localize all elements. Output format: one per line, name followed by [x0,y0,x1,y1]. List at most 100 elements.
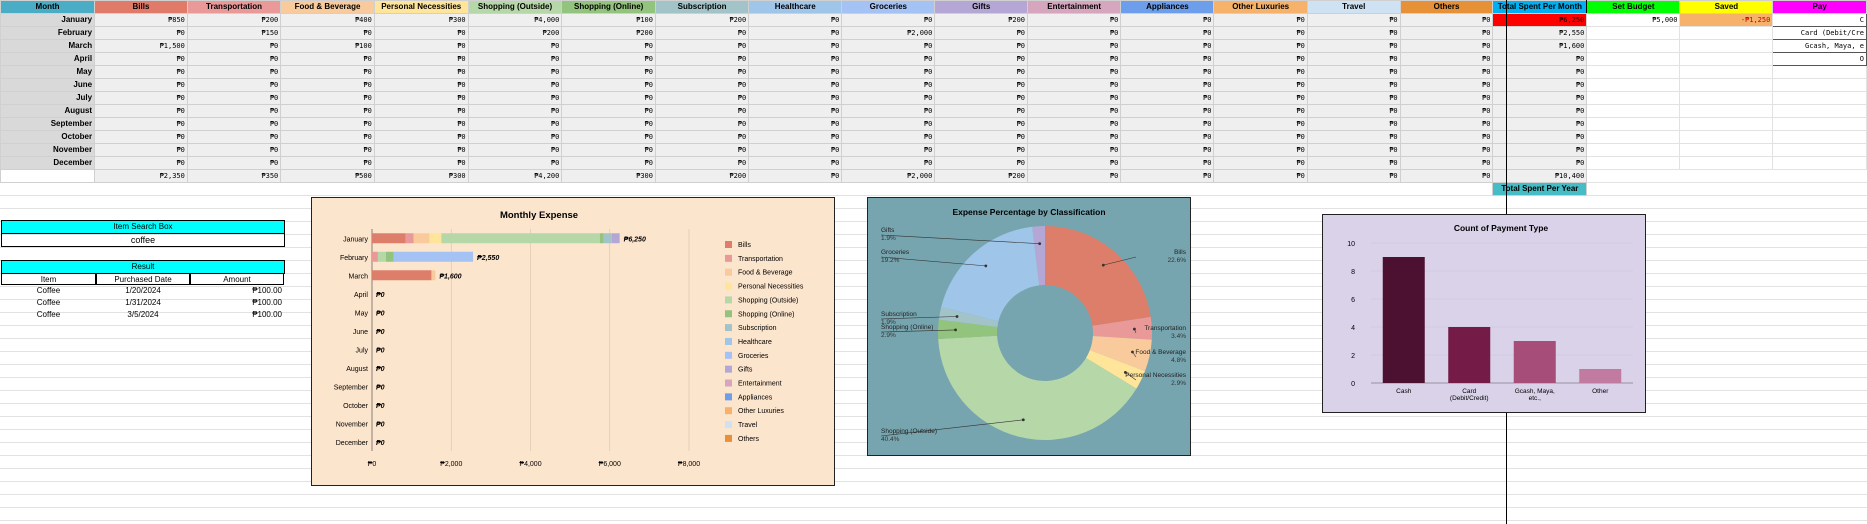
expense-cell[interactable]: ₱0 [373,26,469,40]
expense-cell[interactable]: ₱0 [1120,52,1215,66]
month-label[interactable]: February [0,26,96,40]
expense-cell[interactable]: ₱0 [1399,143,1494,157]
expense-cell[interactable]: ₱0 [1120,13,1215,27]
expense-cell[interactable]: ₱0 [1399,156,1494,170]
set-budget-cell[interactable]: ₱5,000 [1586,13,1681,27]
expense-cell[interactable]: ₱0 [94,117,188,131]
expense-cell[interactable]: ₱0 [654,104,750,118]
expense-cell[interactable]: ₱0 [373,130,469,144]
empty-cell[interactable] [1679,130,1774,144]
expense-cell[interactable]: ₱0 [1306,91,1401,105]
expense-cell[interactable]: ₱0 [748,104,843,118]
header-bills[interactable]: Bills [94,0,188,14]
expense-cell[interactable]: ₱0 [467,39,563,53]
category-total-cell[interactable]: ₱0 [1120,169,1215,183]
expense-cell[interactable]: ₱150 [186,26,282,40]
expense-cell[interactable]: ₱0 [1027,91,1122,105]
expense-cell[interactable]: ₱0 [748,117,843,131]
empty-cell[interactable] [1586,130,1681,144]
result-cell[interactable]: ₱100.00 [190,285,284,297]
empty-cell[interactable] [1679,91,1774,105]
year-total-cell[interactable]: ₱10,400 [1492,169,1588,183]
expense-cell[interactable]: ₱0 [654,26,750,40]
month-total-cell[interactable]: ₱0 [1492,91,1588,105]
expense-cell[interactable]: ₱0 [373,52,469,66]
month-total-cell[interactable]: ₱0 [1492,117,1588,131]
expense-cell[interactable]: ₱0 [561,130,656,144]
header-healthcare[interactable]: Healthcare [748,0,843,14]
expense-cell[interactable]: ₱0 [934,117,1029,131]
payment-type-cell[interactable]: O [1772,52,1867,66]
expense-cell[interactable]: ₱0 [94,52,188,66]
expense-cell[interactable]: ₱0 [373,156,469,170]
expense-cell[interactable]: ₱0 [186,143,282,157]
expense-cell[interactable]: ₱100 [280,39,375,53]
header-shopping-online[interactable]: Shopping (Online) [561,0,656,14]
saved-cell[interactable]: -₱1,250 [1679,13,1774,27]
expense-cell[interactable]: ₱0 [1399,104,1494,118]
payment-type-cell[interactable]: Gcash, Maya, e [1772,39,1867,53]
expense-cell[interactable]: ₱0 [467,52,563,66]
expense-cell[interactable]: ₱0 [186,91,282,105]
category-total-cell[interactable]: ₱2,350 [94,169,188,183]
category-total-cell[interactable]: ₱300 [373,169,469,183]
empty-cell[interactable] [1679,104,1774,118]
expense-cell[interactable]: ₱0 [748,130,843,144]
expense-cell[interactable]: ₱0 [1399,117,1494,131]
expense-cell[interactable]: ₱0 [1306,65,1401,79]
empty-cell[interactable] [1679,156,1774,170]
result-cell[interactable]: Coffee [1,285,96,297]
category-total-cell[interactable]: ₱300 [561,169,656,183]
expense-cell[interactable]: ₱0 [280,117,375,131]
header-others[interactable]: Others [1399,0,1494,14]
expense-cell[interactable]: ₱0 [654,39,750,53]
expense-cell[interactable]: ₱0 [186,130,282,144]
expense-cell[interactable]: ₱1,500 [94,39,188,53]
expense-cell[interactable]: ₱0 [186,117,282,131]
expense-cell[interactable]: ₱0 [1399,78,1494,92]
expense-cell[interactable]: ₱0 [94,156,188,170]
expense-cell[interactable]: ₱0 [748,65,843,79]
expense-cell[interactable]: ₱0 [467,156,563,170]
month-total-cell[interactable]: ₱0 [1492,78,1588,92]
expense-cell[interactable]: ₱0 [841,52,936,66]
header-entertainment[interactable]: Entertainment [1027,0,1122,14]
expense-cell[interactable]: ₱0 [94,130,188,144]
expense-cell[interactable]: ₱0 [1213,39,1308,53]
expense-cell[interactable]: ₱0 [280,156,375,170]
expense-cell[interactable]: ₱0 [1027,26,1122,40]
expense-cell[interactable]: ₱0 [94,143,188,157]
expense-cell[interactable]: ₱0 [1306,117,1401,131]
expense-cell[interactable]: ₱0 [654,91,750,105]
result-cell[interactable]: ₱100.00 [190,297,284,309]
expense-cell[interactable]: ₱0 [373,117,469,131]
category-total-cell[interactable]: ₱0 [1027,169,1122,183]
empty-cell[interactable] [0,169,96,183]
empty-cell[interactable] [1586,143,1681,157]
expense-cell[interactable]: ₱0 [1213,78,1308,92]
header-shopping-outside[interactable]: Shopping (Outside) [467,0,563,14]
expense-cell[interactable]: ₱0 [748,78,843,92]
category-total-cell[interactable]: ₱200 [654,169,750,183]
month-total-cell[interactable]: ₱0 [1492,65,1588,79]
expense-cell[interactable]: ₱0 [1399,65,1494,79]
expense-cell[interactable]: ₱0 [1027,13,1122,27]
month-label[interactable]: October [0,130,96,144]
expense-cell[interactable]: ₱0 [748,52,843,66]
expense-cell[interactable]: ₱300 [373,13,469,27]
header-travel[interactable]: Travel [1306,0,1401,14]
expense-cell[interactable]: ₱0 [748,143,843,157]
expense-cell[interactable]: ₱0 [1027,52,1122,66]
month-label[interactable]: April [0,52,96,66]
empty-cell[interactable] [1772,65,1867,79]
month-label[interactable]: September [0,117,96,131]
expense-cell[interactable]: ₱0 [934,104,1029,118]
expense-cell[interactable]: ₱0 [1213,65,1308,79]
expense-cell[interactable]: ₱0 [841,156,936,170]
empty-cell[interactable] [1679,78,1774,92]
empty-cell[interactable] [1586,52,1681,66]
expense-cell[interactable]: ₱0 [94,26,188,40]
expense-cell[interactable]: ₱0 [561,104,656,118]
expense-cell[interactable]: ₱0 [1306,130,1401,144]
expense-cell[interactable]: ₱0 [467,65,563,79]
